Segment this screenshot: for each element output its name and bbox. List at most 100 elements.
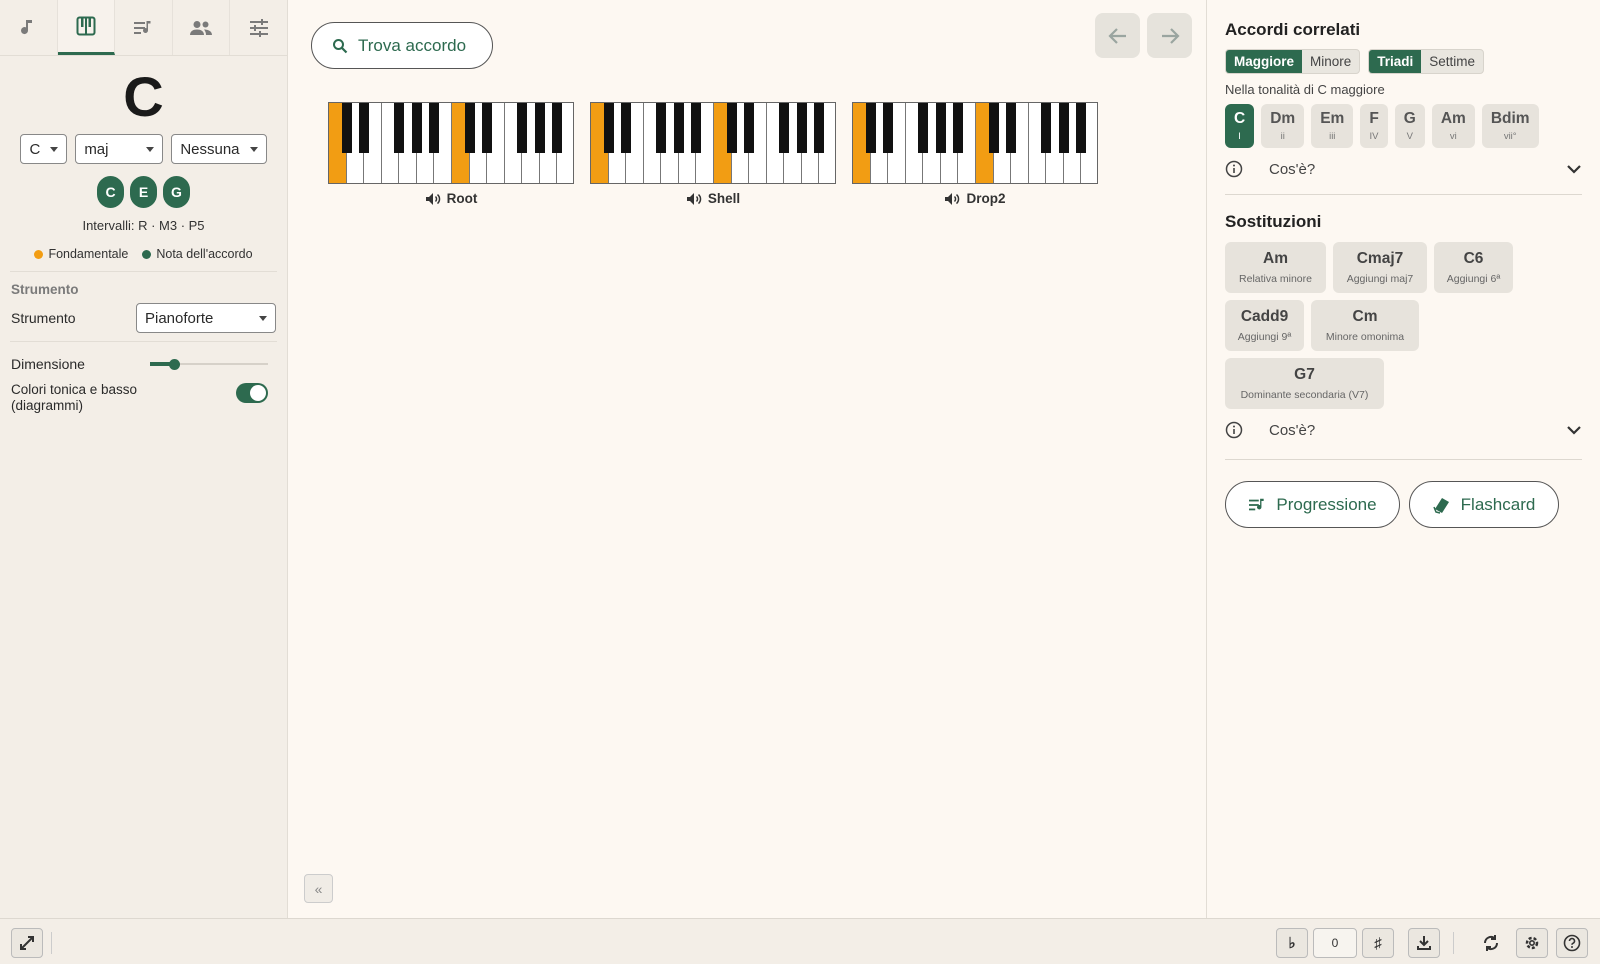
caret-down-icon <box>50 146 59 152</box>
collapse-panel-button[interactable]: « <box>304 874 333 903</box>
related-chord-chip[interactable]: Dm ii <box>1261 104 1305 148</box>
black-key[interactable] <box>883 103 894 153</box>
black-key[interactable] <box>517 103 528 153</box>
find-chord-button[interactable]: Trova accordo <box>311 22 493 69</box>
black-key[interactable] <box>691 103 702 153</box>
related-chord-chip[interactable]: Am vi <box>1431 104 1475 148</box>
extension-select[interactable]: Nessuna <box>171 134 267 164</box>
sub-chip[interactable]: Cadd9 Aggiungi 9ª <box>1225 300 1304 351</box>
flashcard-button[interactable]: Flashcard <box>1409 481 1559 528</box>
chord-selects: C maj Nessuna <box>0 134 287 164</box>
black-key[interactable] <box>603 103 614 153</box>
sub-chip[interactable]: Cm Minore omonima <box>1311 300 1419 351</box>
quality-select[interactable]: maj <box>75 134 164 164</box>
black-key[interactable] <box>621 103 632 153</box>
sync-icon <box>1483 935 1499 951</box>
prev-button[interactable] <box>1095 13 1140 58</box>
sharp-button[interactable]: ♯ <box>1362 928 1394 958</box>
sub-chip[interactable]: C6 Aggiungi 6ª <box>1434 242 1513 293</box>
tab-piano[interactable] <box>57 0 116 55</box>
note-badge[interactable]: E <box>130 176 157 208</box>
note-badge[interactable]: G <box>163 176 190 208</box>
piano-keyboard[interactable] <box>328 102 574 184</box>
expand-icon <box>20 936 34 950</box>
legend-root: Fondamentale <box>34 247 128 261</box>
related-chord-chip[interactable]: F IV <box>1360 104 1388 148</box>
help-button[interactable] <box>1556 928 1588 958</box>
related-chord-name: Bdim <box>1490 110 1530 127</box>
note-badge[interactable]: C <box>97 176 124 208</box>
black-key[interactable] <box>953 103 964 153</box>
sync-button[interactable] <box>1475 928 1507 958</box>
related-chord-chip[interactable]: Em iii <box>1311 104 1354 148</box>
fullscreen-button[interactable] <box>11 928 43 958</box>
black-key[interactable] <box>865 103 876 153</box>
black-key[interactable] <box>1006 103 1017 153</box>
black-key[interactable] <box>744 103 755 153</box>
tab-people[interactable] <box>173 0 231 55</box>
black-key[interactable] <box>656 103 667 153</box>
download-button[interactable] <box>1408 928 1440 958</box>
instrument-label: Strumento <box>11 310 76 326</box>
black-key[interactable] <box>918 103 929 153</box>
next-button[interactable] <box>1147 13 1192 58</box>
sub-chip[interactable]: Am Relativa minore <box>1225 242 1326 293</box>
toggle-knob <box>250 385 266 401</box>
voicing-play-button[interactable]: Drop2 <box>852 191 1098 206</box>
sub-chip[interactable]: Cmaj7 Aggiungi maj7 <box>1333 242 1427 293</box>
black-key[interactable] <box>779 103 790 153</box>
black-key[interactable] <box>482 103 493 153</box>
related-chord-degree: vii° <box>1503 131 1517 142</box>
settings-button[interactable] <box>1516 928 1548 958</box>
related-info-row[interactable]: Cos'è? <box>1225 160 1582 178</box>
black-key[interactable] <box>411 103 422 153</box>
black-key[interactable] <box>464 103 475 153</box>
find-chord-label: Trova accordo <box>358 35 467 55</box>
substitutions-list: Am Relativa minore Cmaj7 Aggiungi maj7 C6 A… <box>1225 242 1582 409</box>
black-key[interactable] <box>429 103 440 153</box>
flat-button[interactable]: ♭ <box>1276 928 1308 958</box>
piano-keyboard[interactable] <box>590 102 836 184</box>
tab-settings[interactable] <box>230 0 287 55</box>
type-triads[interactable]: Triadi <box>1369 50 1422 73</box>
tab-note[interactable] <box>0 0 58 55</box>
black-key[interactable] <box>359 103 370 153</box>
type-sevenths[interactable]: Settime <box>1421 50 1483 73</box>
instrument-select[interactable]: Pianoforte <box>136 303 276 333</box>
colors-toggle[interactable] <box>236 383 268 403</box>
substitutions-info-row[interactable]: Cos'è? <box>1225 421 1582 439</box>
size-slider[interactable] <box>150 356 268 372</box>
sub-desc: Dominante secondaria (V7) <box>1240 389 1369 401</box>
voicing-play-button[interactable]: Root <box>328 191 574 206</box>
related-chord-chip[interactable]: CI <box>1225 104 1255 148</box>
voicing-label: Shell <box>707 191 741 206</box>
note-dot-icon <box>142 250 152 260</box>
caret-down-icon <box>249 146 258 152</box>
mode-major[interactable]: Maggiore <box>1226 50 1303 73</box>
colors-label: Colori tonica e basso (diagrammi) <box>11 382 137 414</box>
black-key[interactable] <box>726 103 737 153</box>
black-key[interactable] <box>935 103 946 153</box>
black-key[interactable] <box>1058 103 1069 153</box>
piano-keyboard[interactable] <box>852 102 1098 184</box>
tab-progression[interactable] <box>115 0 173 55</box>
related-chord-chip[interactable]: Bdim vii° <box>1481 104 1539 148</box>
related-chord-chip[interactable]: GV <box>1394 104 1425 148</box>
caret-down-icon <box>146 146 155 152</box>
slider-thumb[interactable] <box>168 359 180 370</box>
black-key[interactable] <box>673 103 684 153</box>
black-key[interactable] <box>796 103 807 153</box>
sub-chip[interactable]: G7 Dominante secondaria (V7) <box>1225 358 1384 409</box>
black-key[interactable] <box>394 103 405 153</box>
black-key[interactable] <box>814 103 825 153</box>
black-key[interactable] <box>341 103 352 153</box>
black-key[interactable] <box>1076 103 1087 153</box>
mode-minor[interactable]: Minore <box>1302 50 1359 73</box>
black-key[interactable] <box>1041 103 1052 153</box>
root-select[interactable]: C <box>20 134 68 164</box>
voicing-play-button[interactable]: Shell <box>590 191 836 206</box>
progression-button[interactable]: Progressione <box>1225 481 1400 528</box>
black-key[interactable] <box>552 103 563 153</box>
black-key[interactable] <box>534 103 545 153</box>
black-key[interactable] <box>988 103 999 153</box>
